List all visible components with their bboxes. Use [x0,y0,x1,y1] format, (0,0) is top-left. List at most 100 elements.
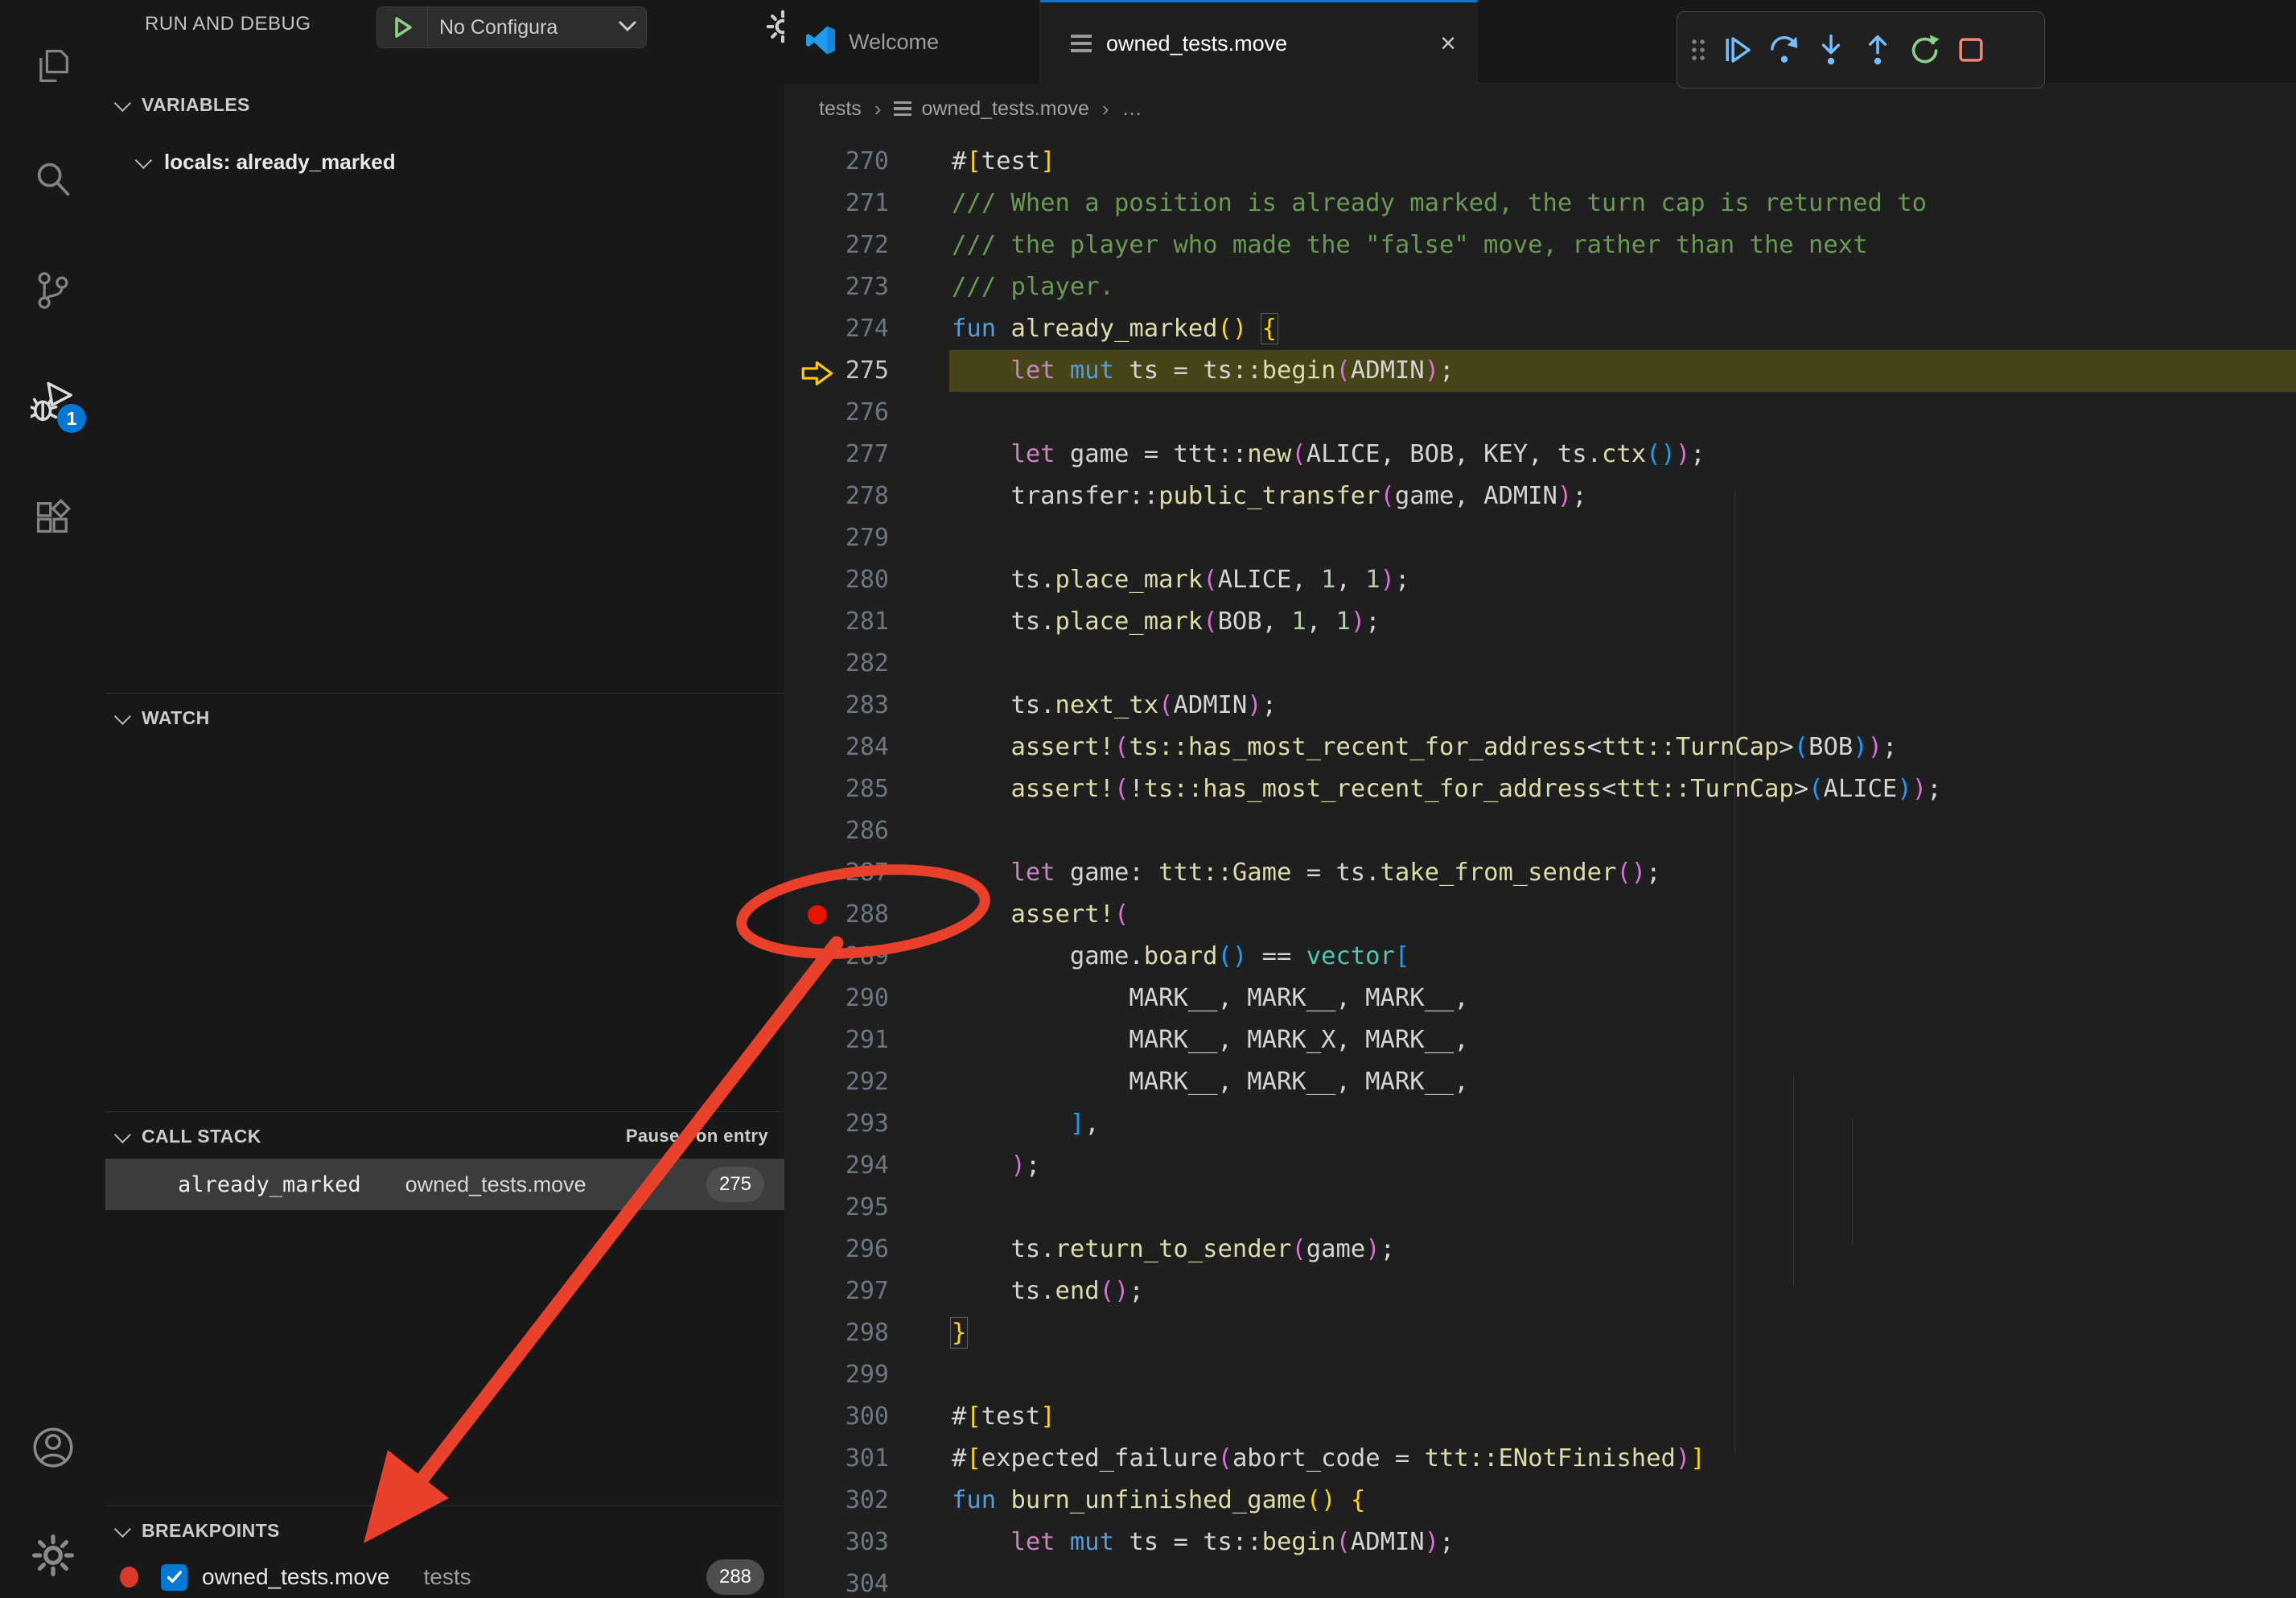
code-line-text[interactable] [952,810,2296,852]
breakpoint-gutter[interactable] [784,1145,837,1187]
tab-label[interactable]: Welcome [849,30,939,55]
code-line[interactable]: 273/// player. [784,266,2296,308]
code-line-text[interactable]: /// When a position is already marked, t… [952,183,2296,224]
code-line-text[interactable] [952,643,2296,685]
code-line-text[interactable]: let mut ts = ts::begin(ADMIN); [952,1522,2296,1563]
breakpoint-gutter[interactable] [784,685,837,727]
code-line[interactable]: 285 assert!(!ts::has_most_recent_for_add… [784,768,2296,810]
code-line-text[interactable] [952,1187,2296,1229]
breakpoint-gutter[interactable] [784,1061,837,1103]
code-line-text[interactable]: ts.return_to_sender(game); [952,1229,2296,1271]
breakpoint-gutter[interactable] [784,1312,837,1354]
code-line[interactable]: 287 let game: ttt::Game = ts.take_from_s… [784,852,2296,894]
code-line[interactable]: 284 assert!(ts::has_most_recent_for_addr… [784,727,2296,768]
code-line[interactable]: 292 MARK__, MARK__, MARK__, [784,1061,2296,1103]
line-number[interactable]: 286 [837,810,889,852]
line-number[interactable]: 296 [837,1229,889,1271]
breakpoint-gutter[interactable] [784,183,837,224]
breakpoint-gutter[interactable] [784,266,837,308]
code-line-text[interactable]: let game: ttt::Game = ts.take_from_sende… [952,852,2296,894]
explorer-icon[interactable] [0,23,105,111]
code-line-text[interactable]: ); [952,1145,2296,1187]
breakpoint-gutter[interactable] [784,141,837,183]
breakpoint-list-item[interactable]: owned_tests.move tests 288 [105,1555,784,1598]
code-line-text[interactable]: ts.place_mark(BOB, 1, 1); [952,601,2296,643]
code-line[interactable]: 279 [784,517,2296,559]
line-number[interactable]: 277 [837,434,889,476]
breakpoint-gutter[interactable] [784,1563,837,1598]
settings-gear-icon[interactable] [0,1511,105,1598]
code-line-text[interactable]: fun burn_unfinished_game() { [952,1480,2296,1522]
close-icon[interactable]: × [1440,30,1456,57]
line-number[interactable]: 271 [837,183,889,224]
code-line[interactable]: 278 transfer::public_transfer(game, ADMI… [784,476,2296,517]
code-line-text[interactable]: } [952,1312,2296,1354]
code-line[interactable]: 286 [784,810,2296,852]
line-number[interactable]: 295 [837,1187,889,1229]
breakpoint-gutter[interactable] [784,727,837,768]
code-line-text[interactable] [952,1354,2296,1396]
line-number[interactable]: 284 [837,727,889,768]
line-number[interactable]: 282 [837,643,889,685]
line-number[interactable]: 276 [837,392,889,434]
code-line[interactable]: 272/// the player who made the "false" m… [784,224,2296,266]
code-line-text[interactable]: /// player. [952,266,2296,308]
line-number[interactable]: 293 [837,1103,889,1145]
breakpoint-gutter[interactable] [784,768,837,810]
line-number[interactable]: 302 [837,1480,889,1522]
line-number[interactable]: 283 [837,685,889,727]
code-line[interactable]: 295 [784,1187,2296,1229]
stop-button[interactable] [1948,22,1994,78]
breakpoint-gutter[interactable] [784,643,837,685]
variables-section-header[interactable]: VARIABLES [105,84,784,126]
code-line[interactable]: 276 [784,392,2296,434]
line-number[interactable]: 290 [837,978,889,1019]
breakpoint-gutter[interactable] [784,559,837,601]
breakpoint-gutter[interactable] [784,1438,837,1480]
step-over-button[interactable] [1761,22,1808,78]
breakpoint-gutter[interactable] [784,1229,837,1271]
code-line[interactable]: 271 /// When a position is already marked… [784,183,2296,224]
breakpoint-gutter[interactable] [784,810,837,852]
restart-button[interactable] [1901,22,1948,78]
code-line[interactable]: 296 ts.return_to_sender(game); [784,1229,2296,1271]
code-line-text[interactable]: MARK__, MARK__, MARK__, [952,978,2296,1019]
breakpoint-gutter[interactable] [784,476,837,517]
continue-button[interactable] [1714,22,1761,78]
code-line-text[interactable]: assert!(ts::has_most_recent_for_address<… [952,727,2296,768]
step-out-button[interactable] [1854,22,1901,78]
line-number[interactable]: 288 [837,894,889,936]
step-into-button[interactable] [1808,22,1854,78]
breakpoint-gutter[interactable] [784,852,837,894]
code-line-text[interactable]: transfer::public_transfer(game, ADMIN); [952,476,2296,517]
line-number[interactable]: 300 [837,1396,889,1438]
code-line-text[interactable]: ], [952,1103,2296,1145]
code-line-text[interactable]: #[test] [952,1396,2296,1438]
line-number[interactable]: 291 [837,1019,889,1061]
code-line[interactable]: 302 fun burn_unfinished_game() { [784,1480,2296,1522]
breadcrumb-folder[interactable]: tests [819,97,862,121]
breakpoint-gutter[interactable] [784,894,837,936]
account-icon[interactable] [0,1403,105,1492]
extensions-icon[interactable] [0,473,105,562]
breakpoint-gutter[interactable] [784,308,837,350]
line-number[interactable]: 285 [837,768,889,810]
tab-welcome[interactable]: Welcome [784,0,1040,84]
line-number[interactable]: 289 [837,936,889,978]
line-number[interactable]: 299 [837,1354,889,1396]
breakpoint-checkbox[interactable] [161,1564,187,1591]
line-number[interactable]: 278 [837,476,889,517]
line-number[interactable]: 287 [837,852,889,894]
code-line-text[interactable] [952,517,2296,559]
breakpoint-gutter[interactable] [784,517,837,559]
breakpoint-gutter[interactable] [784,1187,837,1229]
config-dropdown-label[interactable]: No Configura [428,16,617,39]
code-line-text[interactable]: ts.place_mark(ALICE, 1, 1); [952,559,2296,601]
code-line-text[interactable]: MARK__, MARK__, MARK__, [952,1061,2296,1103]
code-line-text[interactable]: assert!(!ts::has_most_recent_for_address… [952,768,2296,810]
code-line[interactable]: 301#[expected_failure(abort_code = ttt::… [784,1438,2296,1480]
code-line[interactable]: 293 ], [784,1103,2296,1145]
code-area[interactable]: 270#[test]271/// When a position is alre… [784,134,2296,1598]
start-debug-icon[interactable] [377,7,428,47]
code-line-text[interactable]: ts.end(); [952,1271,2296,1312]
